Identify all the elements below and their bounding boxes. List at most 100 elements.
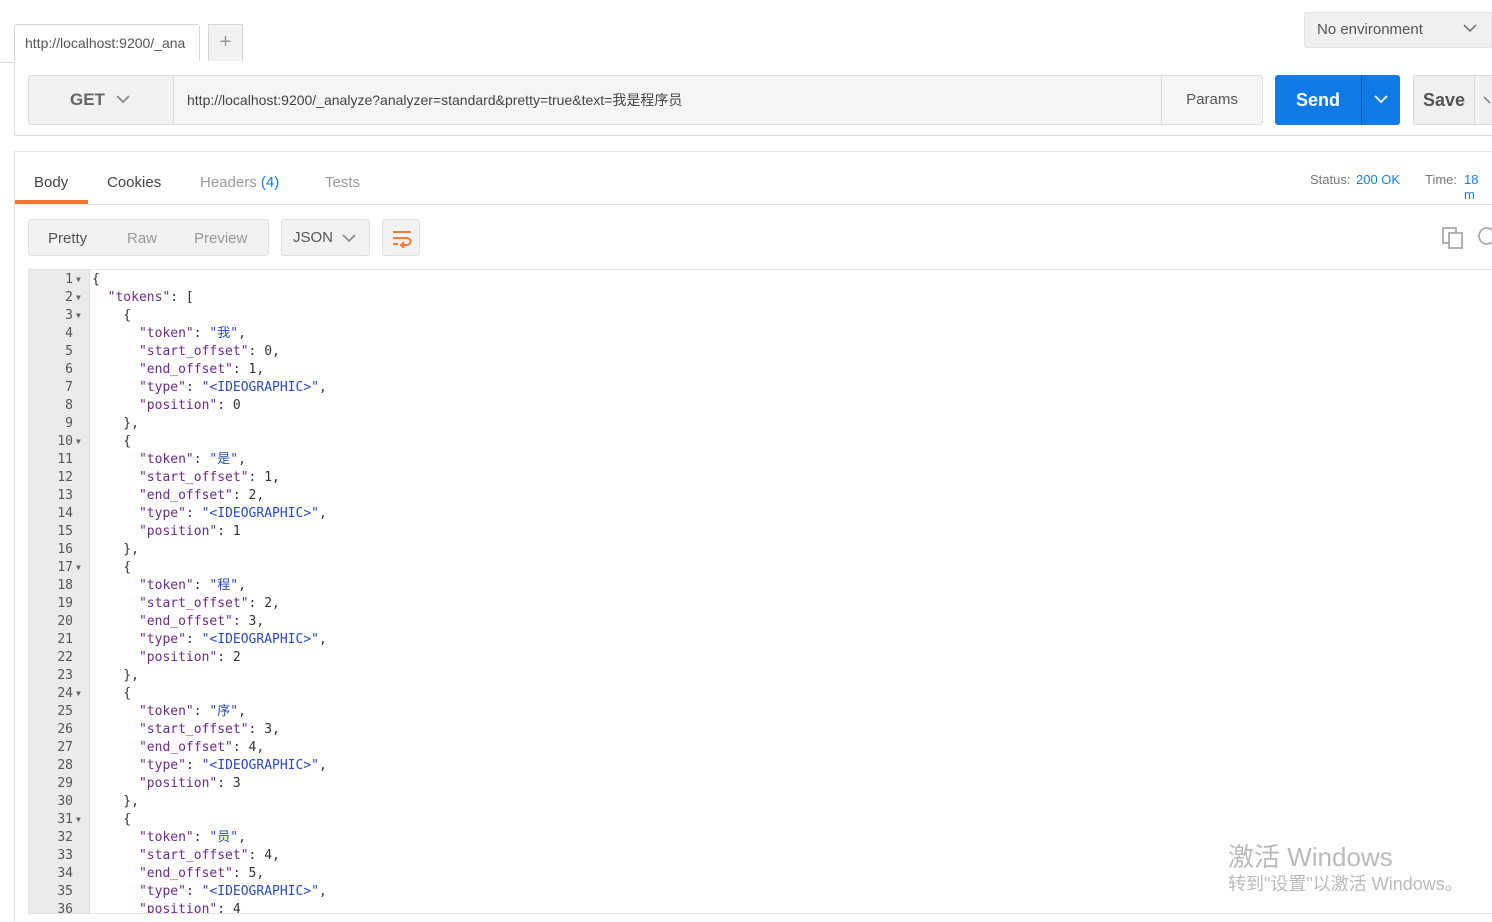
format-label: JSON <box>293 229 334 246</box>
code-text: "position": 3 <box>138 776 241 791</box>
code-text: "type": "<IDEOGRAPHIC>", <box>138 884 327 899</box>
environment-select[interactable]: No environment <box>1304 12 1492 48</box>
code-line: 14 "type": "<IDEOGRAPHIC>", <box>29 505 1489 523</box>
params-button[interactable]: Params <box>1161 75 1263 125</box>
view-pretty-button[interactable]: Pretty <box>48 230 87 247</box>
method-select[interactable]: GET <box>28 75 174 125</box>
code-line: 6 "end_offset": 1, <box>29 361 1489 379</box>
send-button[interactable]: Send <box>1275 75 1361 125</box>
line-number: 35 <box>57 884 73 899</box>
tab-headers[interactable]: Headers (4) <box>200 174 279 191</box>
fold-toggle-icon[interactable]: ▼ <box>76 307 81 325</box>
line-number: 16 <box>57 542 73 557</box>
headers-count-badge: (4) <box>260 174 280 191</box>
line-number: 33 <box>57 848 73 863</box>
line-number: 11 <box>57 452 73 467</box>
code-line: 10 ▼ { <box>29 433 1489 451</box>
code-line: 29 "position": 3 <box>29 775 1489 793</box>
copy-icon[interactable] <box>1441 226 1465 250</box>
wrap-lines-icon <box>393 231 412 248</box>
code-line: 25 "token": "序", <box>29 703 1489 721</box>
line-number: 31 <box>57 812 73 827</box>
code-text: }, <box>92 794 139 809</box>
tab-body[interactable]: Body <box>34 174 68 191</box>
search-icon[interactable] <box>1476 226 1492 250</box>
line-number: 7 <box>65 380 73 395</box>
code-text: "end_offset": 3, <box>138 614 265 629</box>
line-number: 28 <box>57 758 73 773</box>
add-tab-button[interactable]: + <box>208 24 243 61</box>
method-label: GET <box>70 90 105 109</box>
code-text: "end_offset": 5, <box>138 866 265 881</box>
wrap-lines-button[interactable] <box>382 219 420 256</box>
code-line: 4 "token": "我", <box>29 325 1489 343</box>
save-options-button[interactable] <box>1474 75 1492 125</box>
code-line: 19 "start_offset": 2, <box>29 595 1489 613</box>
line-number: 21 <box>57 632 73 647</box>
code-line: 36 "position": 4 <box>29 901 1489 913</box>
code-text: "start_offset": 0, <box>138 344 280 359</box>
status-value: 200 OK <box>1356 172 1401 187</box>
line-number: 26 <box>57 722 73 737</box>
code-text: "start_offset": 4, <box>138 848 280 863</box>
code-text: "token": "我", <box>138 326 246 341</box>
line-number: 32 <box>57 830 73 845</box>
code-text: "type": "<IDEOGRAPHIC>", <box>138 758 327 773</box>
tab-headers-label: Headers <box>200 174 257 191</box>
tab-tests[interactable]: Tests <box>325 174 360 191</box>
code-text: "token": "是", <box>138 452 246 467</box>
url-input[interactable]: http://localhost:9200/_analyze?analyzer=… <box>173 75 1162 125</box>
code-line: 5 "start_offset": 0, <box>29 343 1489 361</box>
fold-toggle-icon[interactable]: ▼ <box>76 433 81 451</box>
code-text: "end_offset": 1, <box>138 362 265 377</box>
line-number: 19 <box>57 596 73 611</box>
code-text: "type": "<IDEOGRAPHIC>", <box>138 632 327 647</box>
code-text: { <box>92 272 100 287</box>
line-number: 3 <box>65 308 73 323</box>
fold-toggle-icon[interactable]: ▼ <box>76 685 81 703</box>
code-line: 22 "position": 2 <box>29 649 1489 667</box>
line-number: 12 <box>57 470 73 485</box>
line-number: 20 <box>57 614 73 629</box>
fold-toggle-icon[interactable]: ▼ <box>76 559 81 577</box>
code-text: { <box>92 686 132 701</box>
code-text: "tokens": [ <box>107 290 194 305</box>
line-number: 18 <box>57 578 73 593</box>
line-number: 6 <box>65 362 73 377</box>
code-line: 2 ▼ "tokens": [ <box>29 289 1489 307</box>
code-line: 7 "type": "<IDEOGRAPHIC>", <box>29 379 1489 397</box>
code-line: 31 ▼ { <box>29 811 1489 829</box>
request-tab[interactable]: http://localhost:9200/_ana <box>14 24 200 61</box>
line-number: 22 <box>57 650 73 665</box>
code-text: "end_offset": 2, <box>138 488 265 503</box>
view-preview-button[interactable]: Preview <box>194 230 247 247</box>
line-number: 34 <box>57 866 73 881</box>
code-text: "token": "序", <box>138 704 246 719</box>
line-number: 15 <box>57 524 73 539</box>
chevron-down-icon <box>342 234 356 243</box>
format-select[interactable]: JSON <box>281 219 370 256</box>
code-text: "position": 1 <box>138 524 241 539</box>
save-button[interactable]: Save <box>1413 75 1475 125</box>
code-text: "type": "<IDEOGRAPHIC>", <box>138 506 327 521</box>
fold-toggle-icon[interactable]: ▼ <box>76 289 81 307</box>
code-text: "position": 0 <box>138 398 241 413</box>
line-number: 5 <box>65 344 73 359</box>
fold-toggle-icon[interactable]: ▼ <box>76 811 81 829</box>
code-line: 28 "type": "<IDEOGRAPHIC>", <box>29 757 1489 775</box>
code-line: 3 ▼ { <box>29 307 1489 325</box>
code-line: 17 ▼ { <box>29 559 1489 577</box>
code-lines: 1 ▼{2 ▼ "tokens": [3 ▼ {4 "token": "我", 5 "s… <box>29 271 1489 913</box>
line-number: 30 <box>57 794 73 809</box>
tab-cookies[interactable]: Cookies <box>107 174 161 191</box>
code-line: 30 }, <box>29 793 1489 811</box>
code-text: "type": "<IDEOGRAPHIC>", <box>138 380 327 395</box>
code-text: }, <box>92 668 139 683</box>
fold-toggle-icon[interactable]: ▼ <box>76 271 81 289</box>
send-options-button[interactable] <box>1361 75 1400 125</box>
response-body-editor[interactable]: 1 ▼{2 ▼ "tokens": [3 ▼ {4 "token": "我", 5 "s… <box>28 269 1492 914</box>
line-number: 27 <box>57 740 73 755</box>
line-number: 14 <box>57 506 73 521</box>
view-raw-button[interactable]: Raw <box>127 230 157 247</box>
line-number: 1 <box>65 272 73 287</box>
